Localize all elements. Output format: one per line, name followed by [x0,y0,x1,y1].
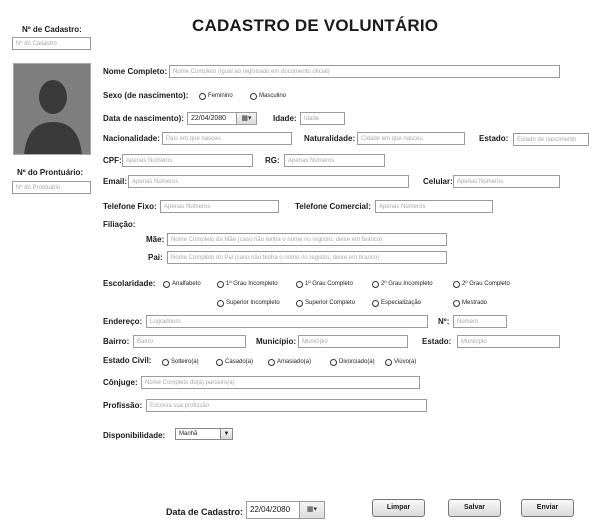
radio-1grau-incompleto[interactable]: 1º Grau Incompleto [217,280,278,289]
mae-label: Mãe: [146,235,165,244]
nacionalidade-label: Nacionalidade: [103,134,160,143]
naturalidade-label: Naturalidade: [304,134,356,143]
radio-especializacao[interactable]: Especialização [372,299,421,308]
tel-comercial-input[interactable]: Apenas Números [375,200,493,213]
bairro-input[interactable]: Bairro [133,335,246,348]
cpf-input[interactable]: Apenas Números [122,154,253,167]
bairro-label: Bairro: [103,337,130,346]
idade-input[interactable]: Idade [300,112,345,125]
disponibilidade-label: Disponibilidade: [103,431,166,440]
limpar-button[interactable]: Limpar [372,499,425,517]
prontuario-label: Nº do Prontuário: [17,168,84,177]
radio-mestrado[interactable]: Mestrado [453,299,487,308]
conjuge-input[interactable]: Nome Completo do(a) parceiro(a) [141,376,420,389]
avatar[interactable] [13,63,91,155]
radio-superior-incompleto[interactable]: Superior Incompleto [217,299,280,308]
municipio-input[interactable]: Município [298,335,408,348]
radio-solteiro[interactable]: Solteiro(a) [162,358,199,367]
rg-label: RG: [265,156,280,165]
escolaridade-label: Escolaridade: [103,279,156,288]
cadastro-label: Nº de Cadastro: [22,25,82,34]
data-cadastro-label: Data de Cadastro: [166,507,244,517]
celular-label: Celular: [423,177,453,186]
rg-input[interactable]: Apenas Números [284,154,385,167]
radio-divorciado[interactable]: Divorciado(a) [330,358,375,367]
disponibilidade-value: Manhã [179,431,198,437]
tel-fixo-label: Telefone Fixo: [103,202,157,211]
pai-input[interactable]: Nome Completo do Pai (caso não tenha o n… [167,251,447,264]
conjuge-label: Cônjuge: [103,378,138,387]
profissao-input[interactable]: Escreva sua profissão [146,399,427,412]
radio-1grau-completo[interactable]: 1º Grau Completo [296,280,353,289]
celular-input[interactable]: Apenas Números [453,175,560,188]
tel-fixo-input[interactable]: Apenas Números [160,200,279,213]
estado-end-label: Estado: [422,337,452,346]
data-cadastro-input[interactable]: 22/04/2080 [246,501,300,519]
salvar-button[interactable]: Salvar [448,499,501,517]
endereco-label: Endereço: [103,317,143,326]
disponibilidade-select[interactable]: Manhã ▼ [175,428,233,440]
radio-analfabeto[interactable]: Analfabeto [163,280,201,289]
nacionalidade-input[interactable]: País em que nasceu [162,132,292,145]
estado-civil-label: Estado Civil: [103,356,152,365]
cadastro-input[interactable]: Nº do Cadastro [12,37,91,50]
pai-label: Pai: [148,253,163,262]
radio-feminino[interactable]: Feminino [199,92,233,101]
calendar-icon[interactable]: ▦▾ [300,501,325,519]
estado-nasc-label: Estado: [479,134,509,143]
radio-masculino[interactable]: Masculino [250,92,286,101]
page-title: CADASTRO DE VOLUNTÁRIO [192,16,439,35]
profissao-label: Profissão: [103,401,143,410]
filiacao-label: Filiação: [103,220,136,229]
enviar-button[interactable]: Enviar [521,499,574,517]
estado-nasc-input[interactable]: Estado de nascimento [513,133,589,146]
cpf-label: CPF: [103,156,122,165]
radio-2grau-incompleto[interactable]: 2º Grau Incompleto [372,280,433,289]
email-input[interactable]: Apenas Números [128,175,409,188]
tel-comercial-label: Telefone Comercial: [295,202,371,211]
endereco-input[interactable]: Logradouro [146,315,428,328]
prontuario-input[interactable]: Nº do Prontuário [12,181,91,194]
radio-viuvo[interactable]: Viúvo(a) [385,358,416,367]
idade-label: Idade: [273,114,297,123]
person-silhouette-icon [14,64,90,154]
calendar-icon[interactable]: ▦▾ [237,112,257,125]
email-label: Email: [103,177,128,186]
mae-input[interactable]: Nome Completo da Mãe (caso não tenha o n… [167,233,447,246]
nascimento-label: Data de nascimento): [103,114,184,123]
numero-label: Nº: [438,317,450,326]
naturalidade-input[interactable]: Cidade em que nasceu [357,132,465,145]
numero-input[interactable]: Número [453,315,507,328]
municipio-label: Município: [256,337,296,346]
sexo-label: Sexo (de nascimento): [103,91,189,100]
radio-2grau-completo[interactable]: 2º Grau Completo [453,280,510,289]
chevron-down-icon[interactable]: ▼ [220,429,232,439]
nascimento-input[interactable]: 22/04/2080 [187,112,237,125]
radio-superior-completo[interactable]: Superior Completo [296,299,355,308]
nome-input[interactable]: Nome Completo (igual ao registrado em do… [169,65,560,78]
radio-casado[interactable]: Casado(a) [216,358,253,367]
radio-amasiado[interactable]: Amasiado(a) [268,358,311,367]
nome-label: Nome Completo: [103,67,167,76]
estado-end-input[interactable]: Município [457,335,560,348]
